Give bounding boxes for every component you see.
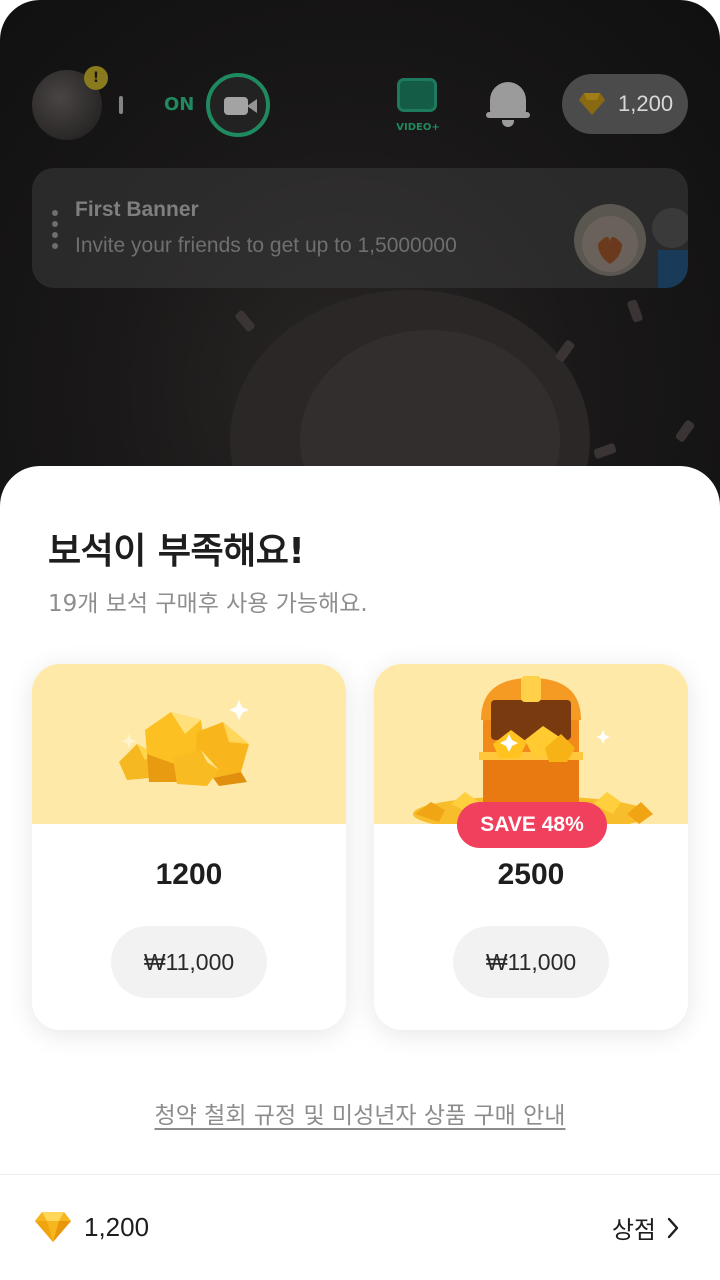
video-plus-icon — [397, 78, 437, 112]
camera-icon — [224, 97, 248, 115]
gem-icon — [579, 93, 605, 115]
bell-icon — [490, 82, 526, 116]
save-badge: SAVE 48% — [457, 802, 607, 848]
insufficient-gems-sheet: 보석이 부족해요! 19개 보석 구매후 사용 가능해요. 1200 ₩11,0… — [0, 466, 720, 1280]
store-link[interactable]: 상점 — [612, 1210, 680, 1245]
gem-icon — [35, 1212, 71, 1242]
gem-balance: 1,200 — [84, 1212, 150, 1242]
confetti-shape — [674, 419, 696, 443]
package-image-area — [32, 664, 346, 824]
package-image-area — [374, 664, 688, 832]
confetti-shape — [592, 442, 618, 460]
gem-count: 1,200 — [618, 91, 674, 116]
video-plus-label: VIDEO+ — [396, 122, 440, 133]
package-amount: 1200 — [155, 858, 223, 891]
sheet-subtitle: 19개 보석 구매후 사용 가능해요. — [48, 591, 368, 617]
sheet-title: 보석이 부족해요! — [48, 531, 305, 572]
notification-button[interactable] — [486, 78, 530, 128]
video-plus-button[interactable]: VIDEO+ — [392, 78, 444, 138]
top-bar: ! ON VIDEO+ 1,200 — [0, 64, 720, 144]
gem-package-card[interactable]: 1200 ₩11,000 — [32, 664, 346, 1030]
purchase-policy-link[interactable]: 청약 철회 규정 및 미성년자 상품 구매 안내 — [0, 1096, 720, 1130]
buy-price-button[interactable]: ₩11,000 — [453, 926, 609, 998]
divider — [0, 1174, 720, 1175]
confetti-shape — [234, 309, 256, 333]
store-label: 상점 — [611, 1216, 656, 1244]
alert-badge: ! — [84, 66, 108, 90]
chevron-right-icon — [667, 1217, 679, 1238]
buy-price-button[interactable]: ₩11,000 — [111, 926, 267, 998]
banner-subtitle: Invite your friends to get up to 1,50000… — [75, 234, 457, 257]
banner-title: First Banner — [75, 198, 199, 221]
bell-icon-base — [486, 112, 530, 118]
banner-illustration — [574, 204, 688, 288]
promo-banner[interactable]: First Banner Invite your friends to get … — [32, 168, 688, 288]
camera-lens-icon — [247, 99, 257, 113]
gem-pile-icon — [119, 700, 249, 786]
package-amount: 2500 — [497, 858, 565, 891]
bell-icon-clapper — [502, 120, 514, 127]
treasure-chest-icon — [413, 676, 653, 832]
background-app: ! ON VIDEO+ 1,200 First Banner Invite yo… — [0, 0, 720, 520]
on-label: ON — [164, 94, 195, 115]
confetti-shape — [626, 298, 644, 324]
gem-balance-pill[interactable]: 1,200 — [562, 74, 688, 134]
gem-package-card[interactable]: SAVE 48% 2500 ₩11,000 — [374, 664, 688, 1030]
camera-toggle-button[interactable] — [206, 73, 270, 137]
divider — [119, 96, 123, 114]
confetti-shape — [554, 339, 576, 363]
banner-pager — [52, 210, 58, 254]
